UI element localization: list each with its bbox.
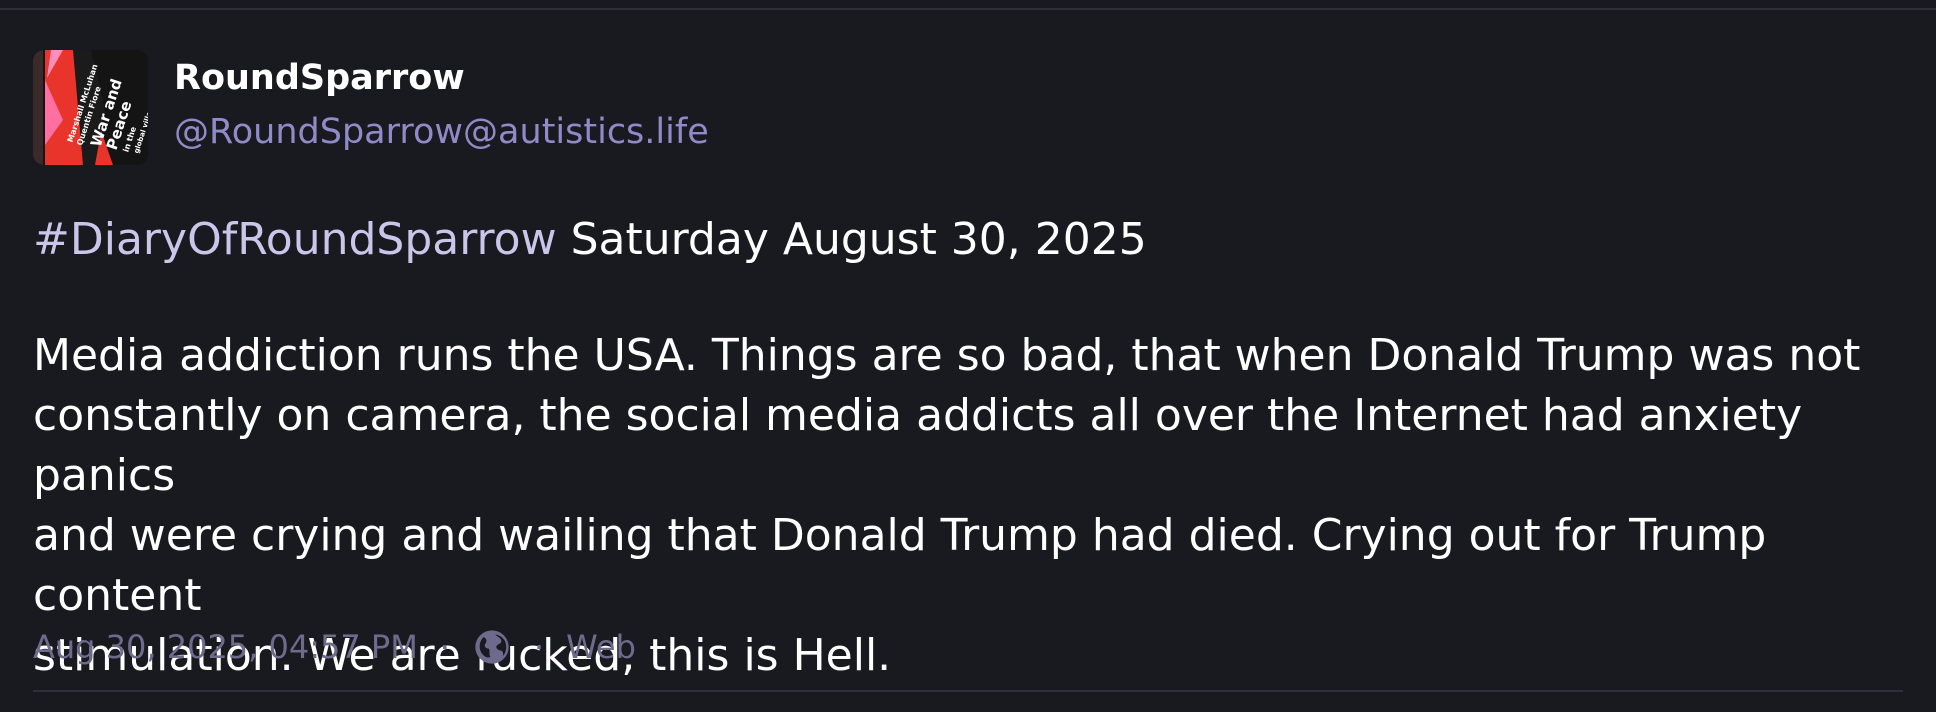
status-title-line: #DiaryOfRoundSparrow Saturday August 30,… xyxy=(33,210,1913,270)
meta-separator: · xyxy=(439,628,450,666)
body-line: constantly on camera, the social media a… xyxy=(33,390,1803,501)
book-cover-avatar: Marshall McLuhan Quentin Fiore War and P… xyxy=(33,50,148,165)
body-line: and were crying and wailing that Donald … xyxy=(33,510,1767,621)
hashtag-link[interactable]: #DiaryOfRoundSparrow xyxy=(33,214,557,265)
body-line: Media addiction runs the USA. Things are… xyxy=(33,330,1861,381)
account-handle[interactable]: @RoundSparrow@autistics.life xyxy=(174,112,709,152)
avatar[interactable]: Marshall McLuhan Quentin Fiore War and P… xyxy=(33,50,148,165)
status-card: Marshall McLuhan Quentin Fiore War and P… xyxy=(0,0,1936,712)
display-name[interactable]: RoundSparrow xyxy=(174,58,465,98)
meta-separator: · xyxy=(533,628,545,666)
status-content: #DiaryOfRoundSparrow Saturday August 30,… xyxy=(33,210,1913,686)
date-line: Saturday August 30, 2025 xyxy=(570,214,1147,265)
application-name: Web xyxy=(566,628,636,666)
status-meta: Aug 30, 2025, 04:57 PM · · Web xyxy=(33,622,636,672)
top-divider xyxy=(0,8,1936,10)
globe-icon xyxy=(472,627,512,667)
bottom-divider xyxy=(33,690,1903,692)
timestamp-link[interactable]: Aug 30, 2025, 04:57 PM xyxy=(33,628,418,666)
